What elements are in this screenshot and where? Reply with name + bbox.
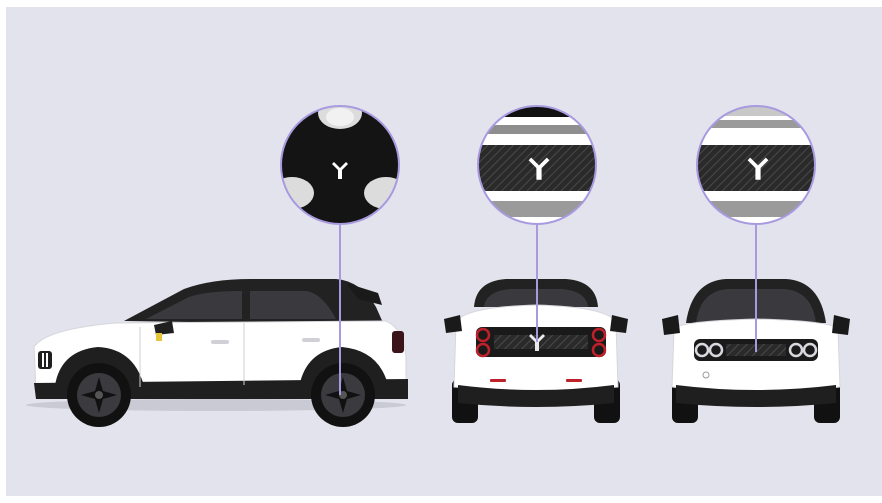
callout-front-panel-zoom	[696, 105, 816, 225]
callout-rear-panel-zoom	[477, 105, 597, 225]
callout-wheel-hub-zoom	[280, 105, 400, 225]
vehicle-illustration-canvas	[6, 7, 882, 496]
side-front-wheel	[67, 363, 131, 427]
vehicle-views-svg	[26, 105, 850, 427]
side-rear-wheel	[311, 363, 375, 427]
side-view-car	[26, 279, 408, 427]
